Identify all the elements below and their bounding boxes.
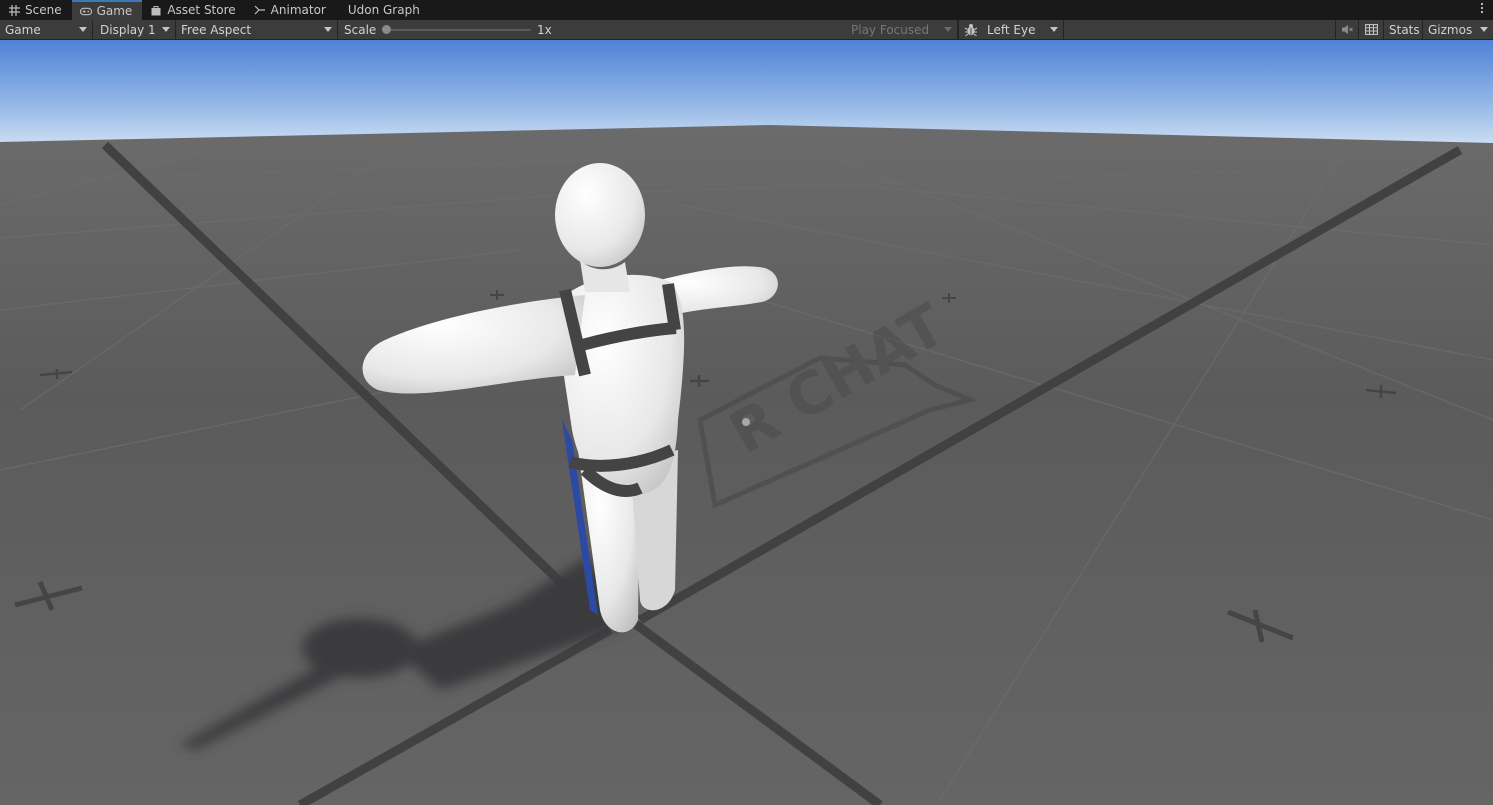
stats-button[interactable]: Stats — [1383, 20, 1425, 39]
play-mode-dropdown[interactable]: Play Focused — [846, 20, 958, 39]
tab-label: Animator — [270, 3, 326, 17]
game-viewport[interactable]: R CHAT — [0, 40, 1493, 805]
chevron-down-icon — [944, 27, 952, 32]
tab-label: Asset Store — [167, 3, 236, 17]
game-render: R CHAT — [0, 40, 1493, 805]
tab-animator[interactable]: Animator — [246, 0, 336, 20]
chevron-down-icon — [79, 27, 87, 32]
scale-slider-handle[interactable] — [382, 25, 391, 34]
tab-udon-graph[interactable]: Udon Graph — [336, 0, 430, 20]
kebab-menu-icon[interactable] — [1479, 2, 1485, 16]
tab-label: Scene — [25, 3, 62, 17]
eye-dropdown[interactable]: Left Eye — [982, 20, 1064, 39]
play-mode-label: Play Focused — [851, 22, 930, 37]
grid-icon — [8, 4, 20, 16]
gizmos-dropdown[interactable]: Gizmos — [1422, 20, 1493, 39]
bug-icon[interactable] — [958, 20, 982, 39]
scale-label: Scale — [344, 22, 377, 37]
game-view-toolbar: Game Display 1 Free Aspect Scale 1x Play… — [0, 20, 1493, 40]
chevron-down-icon — [1050, 27, 1058, 32]
tab-asset-store[interactable]: Asset Store — [142, 0, 245, 20]
aspect-label: Free Aspect — [181, 22, 252, 37]
tab-game[interactable]: Game — [71, 0, 143, 20]
gamepad-icon — [79, 5, 92, 17]
display-label: Display 1 — [100, 22, 156, 37]
mute-audio-icon[interactable] — [1335, 20, 1358, 39]
tab-scene[interactable]: Scene — [0, 0, 72, 20]
bag-icon — [150, 4, 162, 16]
center-dot — [742, 418, 750, 426]
scale-slider-track[interactable] — [385, 29, 531, 31]
aspect-dropdown[interactable]: Free Aspect — [176, 20, 338, 39]
chevron-down-icon — [162, 27, 170, 32]
grid-toggle-icon[interactable] — [1358, 20, 1383, 39]
animator-icon — [254, 4, 266, 16]
scale-value: 1x — [537, 22, 552, 37]
gizmos-label: Gizmos — [1428, 22, 1473, 37]
display-dropdown[interactable]: Display 1 — [95, 20, 176, 39]
view-mode-label: Game — [5, 22, 41, 37]
chevron-down-icon — [324, 27, 332, 32]
eye-label: Left Eye — [987, 22, 1036, 37]
tab-label: Game — [96, 4, 133, 18]
tab-label: Udon Graph — [347, 3, 420, 17]
view-mode-dropdown[interactable]: Game — [0, 20, 93, 39]
editor-tab-bar: Scene Game Asset Store Animator Udon Gra… — [0, 0, 1493, 20]
chevron-down-icon — [1480, 27, 1488, 32]
